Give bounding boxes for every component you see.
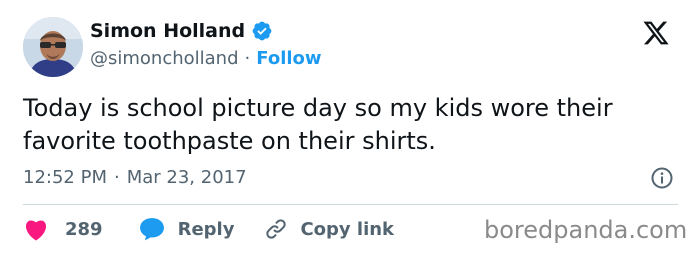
like-button[interactable]: 289 <box>23 217 103 241</box>
tweet-text: Today is school picture day so my kids w… <box>23 94 613 155</box>
speech-bubble-icon <box>139 217 165 241</box>
reply-button[interactable]: Reply <box>139 217 235 241</box>
copy-link-label: Copy link <box>300 218 395 240</box>
like-count: 289 <box>65 218 103 240</box>
tweet-card: Simon Holland @simoncholland · Follow To… <box>0 0 700 256</box>
follow-button[interactable]: Follow <box>256 47 321 71</box>
heart-icon <box>23 217 49 241</box>
reply-label: Reply <box>177 218 235 240</box>
verified-badge-icon <box>251 20 273 42</box>
timestamp-separator: · <box>113 167 120 188</box>
copy-link-button[interactable]: Copy link <box>264 217 394 241</box>
author-name[interactable]: Simon Holland <box>90 19 245 43</box>
handle-separator: · <box>244 48 251 69</box>
author-handle[interactable]: @simoncholland <box>90 47 239 71</box>
watermark: boredpanda.com <box>484 216 688 244</box>
link-icon <box>264 217 288 241</box>
author-name-row: Simon Holland <box>90 19 273 43</box>
avatar[interactable] <box>23 17 83 77</box>
tweet-timestamp[interactable]: 12:52 PM · Mar 23, 2017 <box>23 166 247 190</box>
x-logo-icon[interactable] <box>641 19 671 47</box>
tweet-actions: 289 Reply Copy link <box>23 216 394 242</box>
author-handle-row: @simoncholland · Follow <box>90 47 322 71</box>
avatar-photo <box>23 17 83 77</box>
divider <box>23 204 678 205</box>
tweet-time: 12:52 PM <box>23 167 107 188</box>
tweet-date: Mar 23, 2017 <box>126 167 247 188</box>
info-icon[interactable] <box>650 166 674 190</box>
